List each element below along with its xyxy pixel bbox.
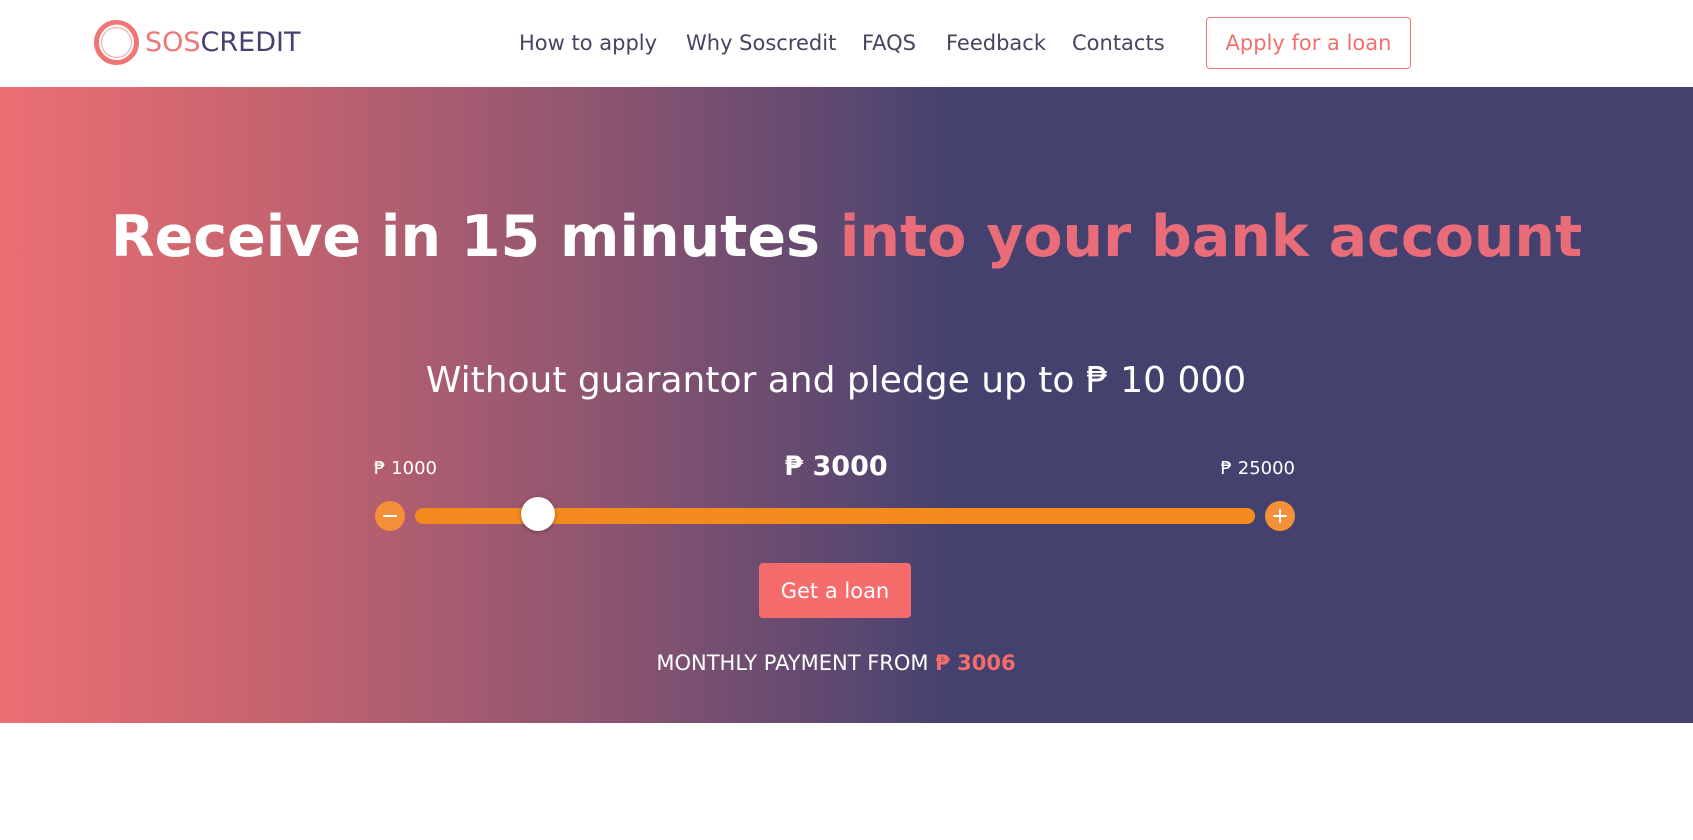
plus-icon bbox=[1273, 509, 1287, 523]
hero-title-highlight: into your bank account bbox=[839, 204, 1583, 270]
nav-link-why-soscredit[interactable]: Why Soscredit bbox=[686, 27, 836, 59]
hero-subtitle: Without guarantor and pledge up to ₱ 10 … bbox=[425, 360, 1247, 401]
nav-link-feedback[interactable]: Feedback bbox=[946, 27, 1046, 59]
site-header: SOSCREDIT How to apply Why Soscredit FAQ… bbox=[0, 0, 1693, 87]
slider-max-label: ₱ 25000 bbox=[1220, 458, 1295, 479]
logo-credit-text: CREDIT bbox=[200, 26, 301, 58]
slider-current-amount: ₱ 3000 bbox=[784, 451, 888, 482]
minus-icon bbox=[383, 514, 397, 518]
logo[interactable]: SOSCREDIT bbox=[93, 18, 300, 66]
ring-logo-icon bbox=[93, 19, 140, 66]
hero-title: Receive in 15 minutes into your bank acc… bbox=[0, 206, 1693, 268]
get-loan-button[interactable]: Get a loan bbox=[759, 563, 911, 618]
monthly-payment-amount: ₱ 3006 bbox=[935, 651, 1016, 675]
amount-slider-thumb[interactable] bbox=[521, 497, 556, 531]
monthly-payment: MONTHLY PAYMENT FROM ₱ 3006 bbox=[0, 648, 1672, 678]
nav-link-how-to-apply[interactable]: How to apply bbox=[519, 27, 657, 59]
monthly-payment-label: MONTHLY PAYMENT FROM bbox=[656, 651, 929, 675]
increase-amount-button[interactable] bbox=[1265, 501, 1295, 531]
nav-link-faqs[interactable]: FAQS bbox=[862, 27, 916, 59]
nav-link-contacts[interactable]: Contacts bbox=[1072, 27, 1165, 59]
logo-sos-text: SOS bbox=[145, 26, 201, 58]
hero-title-white: Receive in 15 minutes bbox=[110, 204, 820, 270]
decrease-amount-button[interactable] bbox=[375, 501, 405, 531]
hero-section: Receive in 15 minutes into your bank acc… bbox=[0, 87, 1693, 723]
apply-for-loan-button[interactable]: Apply for a loan bbox=[1206, 17, 1411, 69]
